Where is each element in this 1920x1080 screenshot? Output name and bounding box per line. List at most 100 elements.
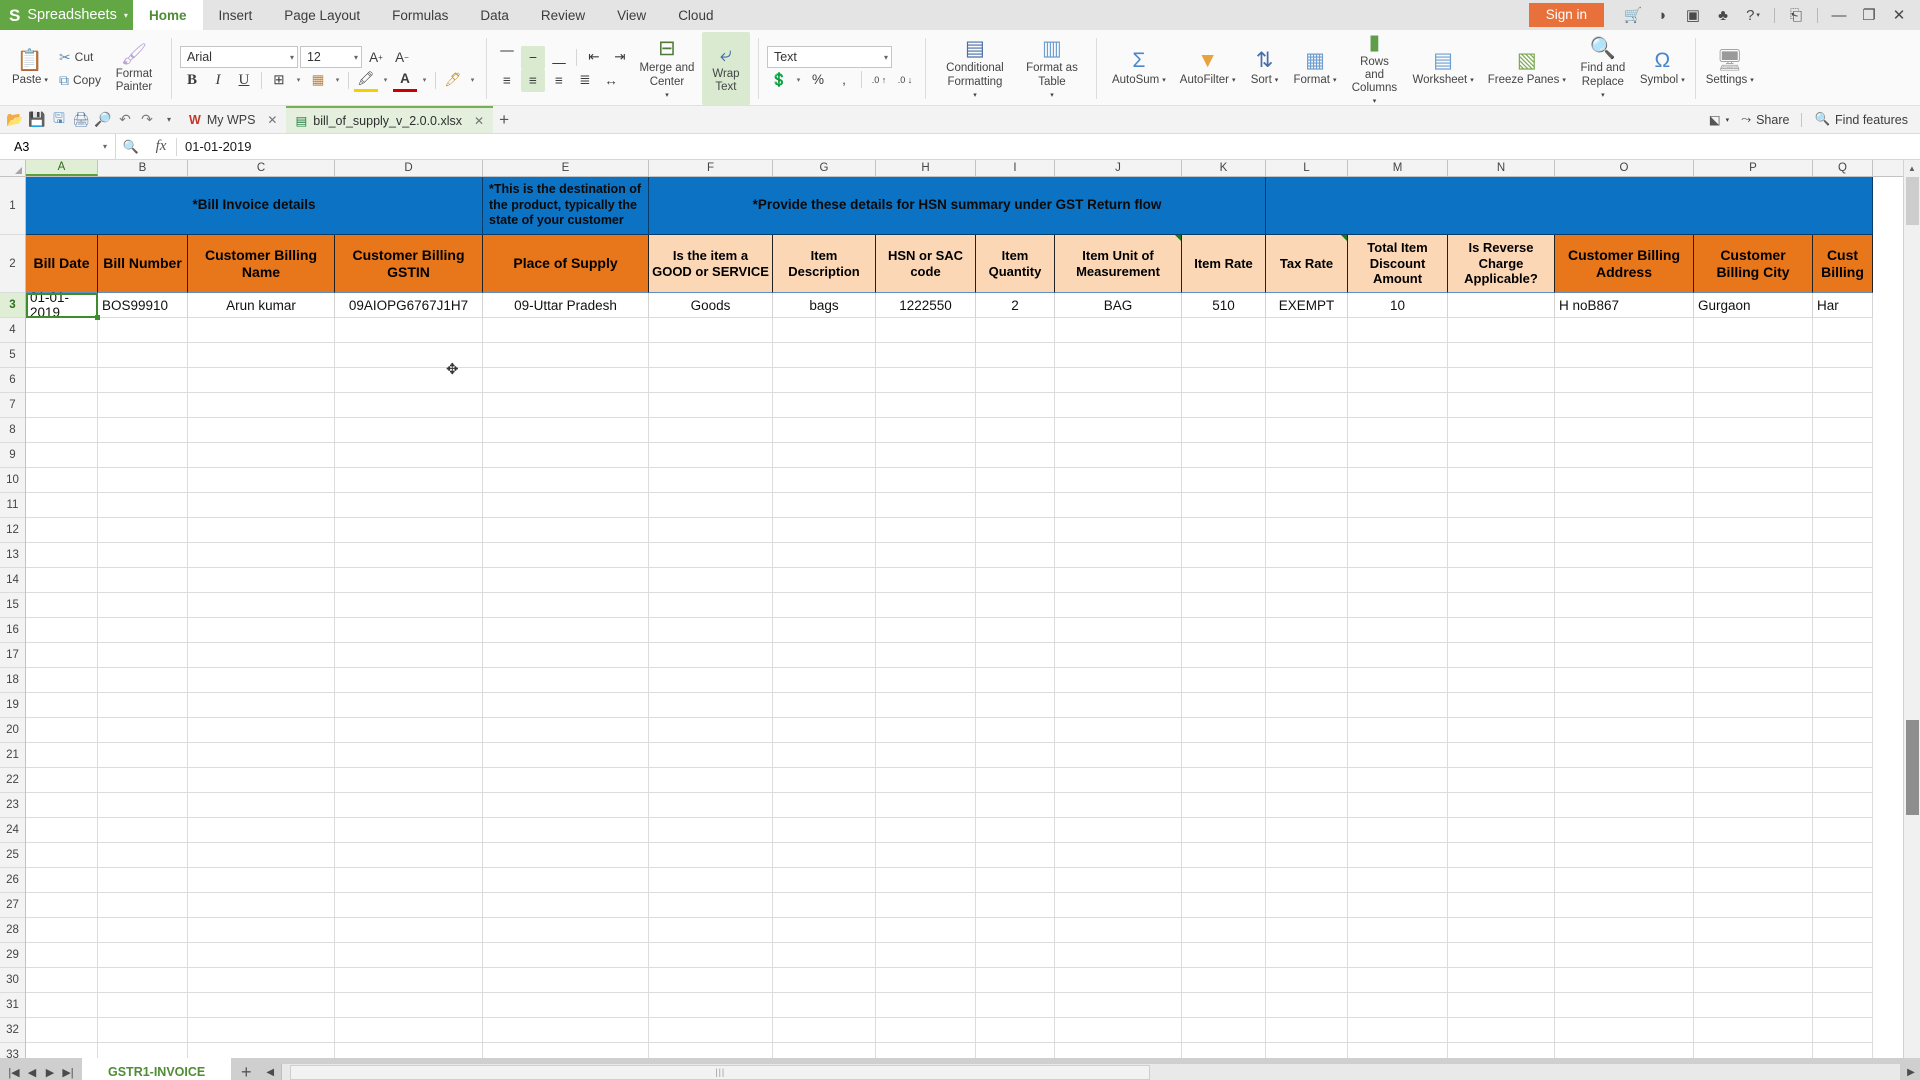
cell-O30[interactable]: [1555, 968, 1694, 993]
tab-home[interactable]: Home: [133, 0, 203, 30]
cell-K15[interactable]: [1182, 593, 1266, 618]
cell-A29[interactable]: [26, 943, 98, 968]
align-left-icon[interactable]: ≡: [495, 69, 519, 92]
cell-H33[interactable]: [876, 1043, 976, 1058]
chevron-down-icon[interactable]: ▾: [1601, 92, 1605, 100]
cell-F7[interactable]: [649, 393, 773, 418]
cell-B30[interactable]: [98, 968, 188, 993]
cell-E24[interactable]: [483, 818, 649, 843]
cell-N26[interactable]: [1448, 868, 1555, 893]
chevron-down-icon[interactable]: ▾: [1050, 92, 1054, 100]
row-header-16[interactable]: 16: [0, 618, 25, 643]
cell-J33[interactable]: [1055, 1043, 1182, 1058]
highlight-icon[interactable]: 🖊: [441, 69, 465, 92]
cell-F9[interactable]: [649, 443, 773, 468]
cell-C24[interactable]: [188, 818, 335, 843]
cell-C13[interactable]: [188, 543, 335, 568]
cell-B12[interactable]: [98, 518, 188, 543]
cell-A9[interactable]: [26, 443, 98, 468]
cell-G33[interactable]: [773, 1043, 876, 1058]
cell-O22[interactable]: [1555, 768, 1694, 793]
cell-L25[interactable]: [1266, 843, 1348, 868]
row-header-10[interactable]: 10: [0, 468, 25, 493]
cell-D21[interactable]: [335, 743, 483, 768]
cell-B32[interactable]: [98, 1018, 188, 1043]
cell-C32[interactable]: [188, 1018, 335, 1043]
cell-J6[interactable]: [1055, 368, 1182, 393]
cell-M19[interactable]: [1348, 693, 1448, 718]
cell-E10[interactable]: [483, 468, 649, 493]
cell-c3-customer-billing-name[interactable]: Arun kumar: [188, 293, 335, 318]
cell-D29[interactable]: [335, 943, 483, 968]
cell-Q28[interactable]: [1813, 918, 1873, 943]
chevron-down-icon[interactable]: ▾: [380, 69, 391, 92]
increase-decimal-button[interactable]: .0 ↑: [867, 68, 891, 91]
underline-button[interactable]: U: [232, 69, 256, 92]
cell-H27[interactable]: [876, 893, 976, 918]
cell-M21[interactable]: [1348, 743, 1448, 768]
cell-O27[interactable]: [1555, 893, 1694, 918]
cell-Q24[interactable]: [1813, 818, 1873, 843]
cell-H24[interactable]: [876, 818, 976, 843]
cell-K30[interactable]: [1182, 968, 1266, 993]
row-header-15[interactable]: 15: [0, 593, 25, 618]
cell-D27[interactable]: [335, 893, 483, 918]
cell-H16[interactable]: [876, 618, 976, 643]
cell-F6[interactable]: [649, 368, 773, 393]
conditional-formatting-button[interactable]: ▤ Conditional Formatting ▾: [934, 32, 1016, 105]
cell-H30[interactable]: [876, 968, 976, 993]
name-box[interactable]: A3 ▾: [0, 134, 116, 159]
column-header-c[interactable]: C: [188, 160, 335, 176]
cell-Q26[interactable]: [1813, 868, 1873, 893]
cell-G32[interactable]: [773, 1018, 876, 1043]
format-button[interactable]: ▦ Format ▾: [1287, 32, 1344, 105]
cell-O29[interactable]: [1555, 943, 1694, 968]
row-header-11[interactable]: 11: [0, 493, 25, 518]
row-header-20[interactable]: 20: [0, 718, 25, 743]
format-as-table-button[interactable]: ▥ Format as Table ▾: [1016, 32, 1088, 105]
cell-E15[interactable]: [483, 593, 649, 618]
tab-formulas[interactable]: Formulas: [376, 0, 464, 30]
cell-P16[interactable]: [1694, 618, 1813, 643]
select-all-corner[interactable]: [0, 160, 26, 176]
cell-D25[interactable]: [335, 843, 483, 868]
cell-N29[interactable]: [1448, 943, 1555, 968]
cell-J8[interactable]: [1055, 418, 1182, 443]
cell-P32[interactable]: [1694, 1018, 1813, 1043]
cell-L21[interactable]: [1266, 743, 1348, 768]
cell-P13[interactable]: [1694, 543, 1813, 568]
cell-J13[interactable]: [1055, 543, 1182, 568]
cell-N17[interactable]: [1448, 643, 1555, 668]
header-customer-billing-truncated[interactable]: Cust Billing: [1813, 235, 1873, 293]
cell-D12[interactable]: [335, 518, 483, 543]
cell-E11[interactable]: [483, 493, 649, 518]
cell-B26[interactable]: [98, 868, 188, 893]
cell-A4[interactable]: [26, 318, 98, 343]
cell-O31[interactable]: [1555, 993, 1694, 1018]
cell-C33[interactable]: [188, 1043, 335, 1058]
window-caret-icon[interactable]: ⬕ ▾: [1709, 112, 1729, 127]
cell-k3-item-rate[interactable]: 510: [1182, 293, 1266, 318]
row-header-26[interactable]: 26: [0, 868, 25, 893]
cut-button[interactable]: ✂ Cut: [55, 46, 105, 69]
cell-H12[interactable]: [876, 518, 976, 543]
cell-P26[interactable]: [1694, 868, 1813, 893]
cell-N7[interactable]: [1448, 393, 1555, 418]
cell-M28[interactable]: [1348, 918, 1448, 943]
cell-A21[interactable]: [26, 743, 98, 768]
cell-K11[interactable]: [1182, 493, 1266, 518]
cell-J9[interactable]: [1055, 443, 1182, 468]
cell-F33[interactable]: [649, 1043, 773, 1058]
next-sheet-button[interactable]: ▶: [42, 1066, 58, 1079]
cell-B8[interactable]: [98, 418, 188, 443]
cell-L5[interactable]: [1266, 343, 1348, 368]
cell-O10[interactable]: [1555, 468, 1694, 493]
cell-K18[interactable]: [1182, 668, 1266, 693]
cell-C20[interactable]: [188, 718, 335, 743]
cell-B7[interactable]: [98, 393, 188, 418]
cell-C22[interactable]: [188, 768, 335, 793]
chevron-down-icon[interactable]: ▾: [1750, 77, 1754, 85]
cell-K22[interactable]: [1182, 768, 1266, 793]
cell-P5[interactable]: [1694, 343, 1813, 368]
cell-L9[interactable]: [1266, 443, 1348, 468]
